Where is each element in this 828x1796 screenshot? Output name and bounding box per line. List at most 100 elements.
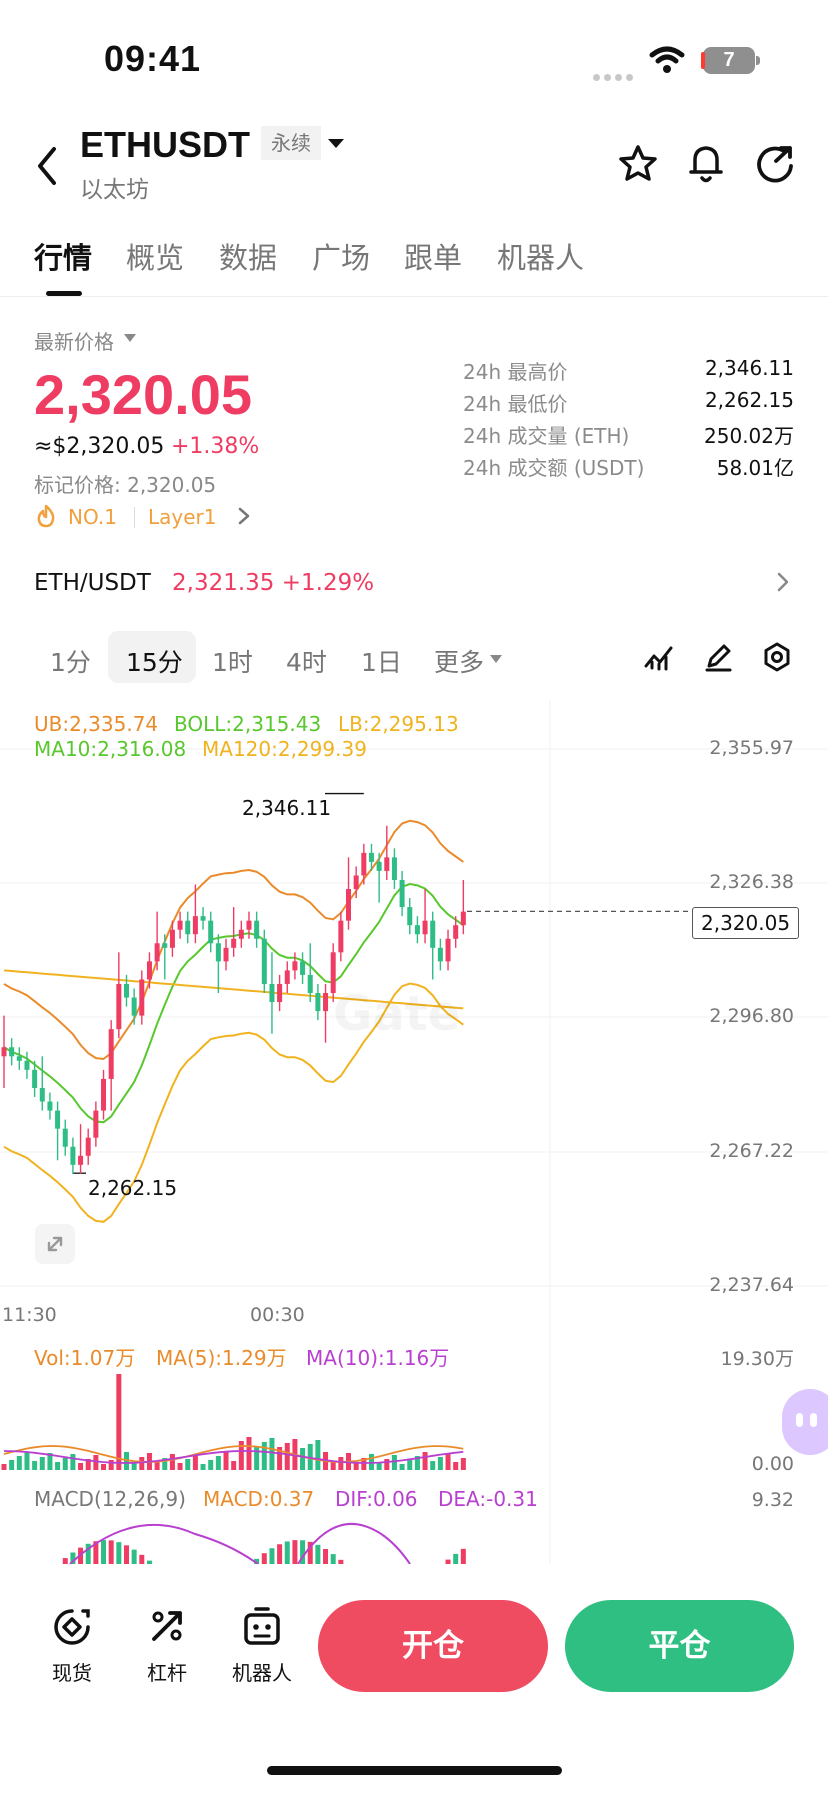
volume-bar [185, 1459, 191, 1470]
timeframe-15m[interactable]: 15分 [126, 643, 183, 679]
tab-bots[interactable]: 机器人 [497, 235, 584, 277]
open-position-button[interactable]: 开仓 [318, 1600, 548, 1692]
macd-bar [108, 1540, 114, 1564]
candle-body [32, 1069, 38, 1088]
tab-square[interactable]: 广场 [312, 235, 370, 277]
price-axis-label: 2,326.38 [709, 871, 794, 893]
macd-bar [292, 1540, 298, 1564]
stat-value: 2,262.15 [704, 388, 794, 412]
volume-bar [1, 1464, 7, 1470]
volume-bar [32, 1461, 38, 1470]
volume-bar [24, 1452, 30, 1470]
volume-ma5-legend: MA(5):1.29万 [156, 1346, 287, 1370]
chevron-right-icon[interactable] [238, 507, 250, 525]
timeframe-1m[interactable]: 1分 [50, 643, 91, 679]
timeframe-more[interactable]: 更多 [434, 643, 484, 679]
price-axis-label: 2,237.64 [709, 1274, 794, 1296]
macd-bar [62, 1558, 68, 1564]
leverage-nav-item[interactable]: 杠杆 [132, 1605, 202, 1685]
candle-body [169, 929, 175, 948]
volume-bar [422, 1452, 428, 1470]
macd-bar [338, 1559, 344, 1564]
share-icon[interactable] [755, 143, 797, 185]
category-badge[interactable]: Layer1 [148, 505, 217, 529]
volume-bar [55, 1462, 61, 1470]
tab-copy-trading[interactable]: 跟单 [404, 235, 462, 277]
volume-bar [246, 1437, 252, 1470]
volume-bar [231, 1461, 237, 1470]
candle-body [437, 947, 443, 962]
volume-bar [430, 1461, 436, 1470]
contract-type-badge[interactable]: 永续 [261, 126, 321, 160]
close-position-button[interactable]: 平仓 [565, 1600, 794, 1692]
bell-icon[interactable] [687, 141, 725, 185]
timeframe-1d[interactable]: 1日 [361, 643, 402, 679]
candle-body [407, 907, 413, 926]
candle-body [384, 857, 390, 871]
robot-nav-item[interactable]: 机器人 [226, 1605, 298, 1685]
battery-indicator: 7 [701, 47, 755, 74]
signal-dots-icon [593, 66, 639, 81]
candle-body [9, 1047, 15, 1057]
macd-legend: MACD(12,26,9) [34, 1487, 186, 1511]
stat-value: 2,346.11 [704, 356, 794, 380]
volume-bar [391, 1455, 397, 1470]
volume-bar [261, 1442, 267, 1470]
candle-body [47, 1101, 53, 1111]
volume-bar [453, 1462, 459, 1470]
ma120-legend: MA120:2,299.39 [202, 737, 367, 761]
candle-body [445, 938, 451, 962]
fullscreen-button[interactable] [35, 1224, 75, 1264]
candle-body [101, 1078, 107, 1111]
price-chart[interactable]: UB:2,335.74 BOLL:2,315.43 LB:2,295.13 MA… [0, 700, 828, 1564]
robot-icon [244, 1607, 280, 1645]
current-price-tag: 2,320.05 [692, 907, 800, 939]
caret-down-icon[interactable] [490, 655, 502, 663]
settings-icon[interactable] [761, 641, 793, 673]
robot-label: 机器人 [232, 1661, 292, 1685]
timeframe-1h[interactable]: 1时 [212, 643, 253, 679]
status-time: 09:41 [104, 38, 202, 79]
stat-label: 24h 最高价 [463, 360, 568, 384]
candle-body [123, 983, 129, 998]
indicator-icon[interactable] [643, 642, 675, 672]
volume-bar [208, 1460, 214, 1470]
price-axis-label: 2,267.22 [709, 1140, 794, 1162]
candle-body [414, 925, 420, 935]
candle-body [460, 911, 466, 926]
back-icon[interactable] [34, 145, 60, 187]
candlestick-chart[interactable] [0, 700, 828, 1564]
candle-body [139, 979, 145, 1016]
spot-nav-item[interactable]: 现货 [37, 1605, 107, 1685]
candle-body [307, 974, 313, 994]
volume-bar [437, 1457, 443, 1470]
star-icon[interactable] [618, 143, 658, 183]
draw-pen-icon[interactable] [703, 642, 733, 672]
stat-label: 24h 成交量 (ETH) [463, 424, 630, 448]
symbol-title[interactable]: ETHUSDT [80, 124, 250, 166]
latest-price-label[interactable]: 最新价格 [34, 326, 114, 355]
candle-body [200, 916, 206, 921]
caret-down-icon[interactable] [327, 138, 345, 150]
spot-pair-name[interactable]: ETH/USDT [34, 570, 151, 596]
bottom-action-bar: 现货 杠杆 机器人 开仓 平仓 [0, 1590, 828, 1720]
candle-body [422, 920, 428, 935]
candle-body [208, 920, 214, 944]
assistant-bubble[interactable] [782, 1389, 828, 1455]
candle-body [368, 852, 374, 862]
timeframe-4h[interactable]: 4时 [286, 643, 327, 679]
candle-body [261, 938, 267, 984]
candle-body [430, 920, 436, 948]
caret-down-icon[interactable] [124, 334, 136, 342]
dif-legend: DIF:0.06 [335, 1487, 418, 1511]
macd-bar [330, 1554, 336, 1564]
chevron-right-icon[interactable] [777, 572, 789, 592]
volume-bar [39, 1457, 45, 1470]
ma10-legend: MA10:2,316.08 [34, 737, 187, 761]
volume-bar [376, 1463, 382, 1470]
tab-market[interactable]: 行情 [34, 235, 92, 277]
leverage-label: 杠杆 [147, 1661, 187, 1685]
candle-body [215, 943, 221, 962]
tab-data[interactable]: 数据 [219, 235, 277, 277]
tab-overview[interactable]: 概览 [126, 235, 184, 277]
